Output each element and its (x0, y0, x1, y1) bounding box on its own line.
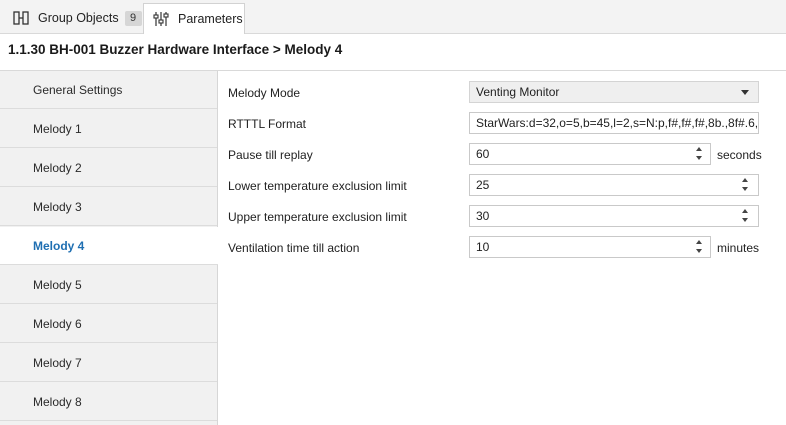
upper-temp-stepper[interactable]: 30 (469, 205, 759, 227)
melody-mode-label: Melody Mode (228, 86, 301, 100)
sidebar-item-melody-7[interactable]: Melody 7 (0, 344, 217, 382)
rtttl-format-input[interactable]: StarWars:d=32,o=5,b=45,l=2,s=N:p,f#,f#,f… (469, 112, 759, 134)
tab-parameters[interactable]: Parameters (143, 3, 245, 34)
tab-group-objects-label: Group Objects (38, 11, 119, 25)
sidebar-item-melody-3[interactable]: Melody 3 (0, 188, 217, 226)
sidebar-item-melody-6[interactable]: Melody 6 (0, 305, 217, 343)
melody-mode-value: Venting Monitor (476, 85, 560, 99)
pause-till-replay-label: Pause till replay (228, 148, 313, 162)
sliders-icon (152, 11, 170, 27)
pause-till-replay-stepper[interactable]: 60 (469, 143, 711, 165)
spinner-arrows-icon[interactable] (695, 146, 705, 162)
lower-temp-label: Lower temperature exclusion limit (228, 179, 407, 193)
ventilation-time-value: 10 (476, 240, 490, 254)
melody-mode-select[interactable]: Venting Monitor (469, 81, 759, 103)
group-objects-count-badge: 9 (124, 10, 142, 26)
ventilation-time-label: Ventilation time till action (228, 241, 360, 255)
tab-group-objects[interactable]: Group Objects 9 (6, 3, 148, 33)
sidebar-item-melody-4[interactable]: Melody 4 (0, 227, 218, 265)
spinner-arrows-icon[interactable] (741, 177, 751, 193)
breadcrumb: 1.1.30 BH-001 Buzzer Hardware Interface … (8, 42, 343, 57)
pause-till-replay-unit: seconds (717, 148, 762, 162)
upper-temp-value: 30 (476, 209, 490, 223)
sidebar-item-melody-2[interactable]: Melody 2 (0, 149, 217, 187)
lower-temp-stepper[interactable]: 25 (469, 174, 759, 196)
tab-parameters-label: Parameters (178, 12, 243, 26)
sidebar: General Settings Melody 1 Melody 2 Melod… (0, 71, 218, 425)
sidebar-item-melody-8[interactable]: Melody 8 (0, 383, 217, 421)
upper-temp-label: Upper temperature exclusion limit (228, 210, 407, 224)
ventilation-time-unit: minutes (717, 241, 760, 255)
spinner-arrows-icon[interactable] (741, 208, 751, 224)
lower-temp-value: 25 (476, 178, 490, 192)
ventilation-time-stepper[interactable]: 10 (469, 236, 711, 258)
rtttl-format-value: StarWars:d=32,o=5,b=45,l=2,s=N:p,f#,f#,f… (476, 116, 759, 130)
sidebar-item-general-settings[interactable]: General Settings (0, 71, 217, 109)
sidebar-item-melody-5[interactable]: Melody 5 (0, 266, 217, 304)
sidebar-item-melody-1[interactable]: Melody 1 (0, 110, 217, 148)
spinner-arrows-icon[interactable] (695, 239, 705, 255)
chevron-down-icon (741, 90, 749, 95)
rtttl-format-label: RTTTL Format (228, 117, 307, 131)
pause-till-replay-value: 60 (476, 147, 490, 161)
tab-strip: Group Objects 9 Parameters (0, 0, 786, 34)
group-objects-icon (12, 10, 30, 26)
